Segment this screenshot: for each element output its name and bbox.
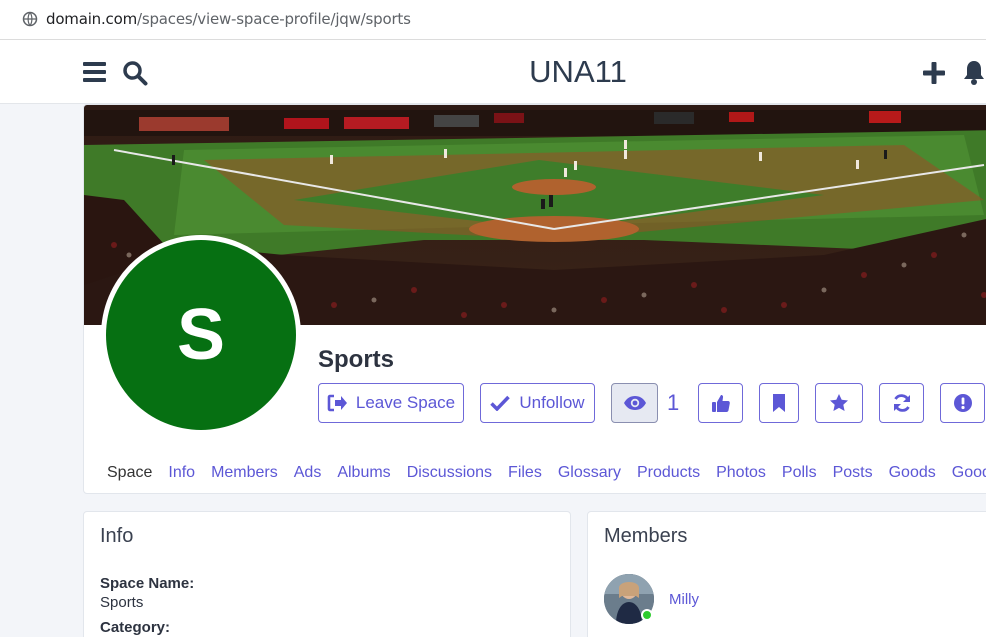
leave-space-button[interactable]: Leave Space bbox=[318, 383, 464, 423]
info-panel: Info Space Name: Sports Category: bbox=[83, 511, 571, 637]
tab-goods[interactable]: Goods bbox=[889, 464, 936, 482]
tab-photos[interactable]: Photos bbox=[716, 464, 766, 482]
leave-space-label: Leave Space bbox=[355, 393, 456, 412]
plus-icon[interactable] bbox=[922, 61, 946, 85]
tab-polls[interactable]: Polls bbox=[782, 464, 817, 482]
tab-goods-2[interactable]: Goods bbox=[952, 464, 986, 482]
tab-files[interactable]: Files bbox=[508, 464, 542, 482]
exclamation-circle-icon bbox=[953, 394, 972, 412]
views-button[interactable] bbox=[611, 383, 658, 423]
tab-posts[interactable]: Posts bbox=[833, 464, 873, 482]
space-tabs: Space Info Members Ads Albums Discussion… bbox=[107, 464, 986, 482]
globe-icon bbox=[22, 11, 38, 27]
report-button[interactable] bbox=[940, 383, 985, 423]
check-icon bbox=[490, 395, 511, 411]
tab-albums[interactable]: Albums bbox=[337, 464, 390, 482]
tab-products[interactable]: Products bbox=[637, 464, 700, 482]
tab-space[interactable]: Space bbox=[107, 464, 152, 482]
space-name-value: Sports bbox=[100, 594, 144, 611]
tab-discussions[interactable]: Discussions bbox=[407, 464, 492, 482]
info-panel-title: Info bbox=[100, 525, 134, 547]
url-text[interactable]: domain.com/spaces/view-space-profile/jqw… bbox=[46, 10, 411, 28]
tab-ads[interactable]: Ads bbox=[294, 464, 322, 482]
unfollow-button[interactable]: Unfollow bbox=[480, 383, 595, 423]
repost-button[interactable] bbox=[879, 383, 924, 423]
bookmark-icon bbox=[773, 394, 785, 412]
space-avatar[interactable]: S bbox=[101, 235, 301, 435]
bell-icon[interactable] bbox=[962, 59, 986, 85]
star-icon bbox=[830, 394, 848, 411]
members-panel-title: Members bbox=[604, 525, 688, 547]
space-name-label: Space Name: bbox=[100, 575, 195, 592]
bookmark-button[interactable] bbox=[759, 383, 799, 423]
online-status-dot bbox=[641, 609, 653, 621]
like-button[interactable] bbox=[698, 383, 743, 423]
browser-url-bar[interactable]: domain.com/spaces/view-space-profile/jqw… bbox=[0, 0, 986, 40]
views-count[interactable]: 1 bbox=[667, 390, 679, 416]
thumbs-up-icon bbox=[711, 395, 730, 412]
site-title[interactable]: UNA11 bbox=[0, 54, 986, 90]
unfollow-label: Unfollow bbox=[519, 393, 585, 412]
favorite-button[interactable] bbox=[815, 383, 863, 423]
eye-icon bbox=[623, 396, 646, 410]
member-name-link[interactable]: Milly bbox=[669, 591, 699, 608]
sign-out-icon bbox=[327, 394, 347, 412]
tab-info[interactable]: Info bbox=[168, 464, 195, 482]
space-title: Sports bbox=[318, 346, 395, 373]
space-avatar-letter: S bbox=[106, 240, 296, 430]
category-label: Category: bbox=[100, 619, 171, 636]
site-header: UNA11 bbox=[0, 40, 986, 104]
members-panel: Members Milly bbox=[587, 511, 986, 637]
tab-members[interactable]: Members bbox=[211, 464, 278, 482]
refresh-icon bbox=[893, 394, 910, 412]
tab-glossary[interactable]: Glossary bbox=[558, 464, 621, 482]
